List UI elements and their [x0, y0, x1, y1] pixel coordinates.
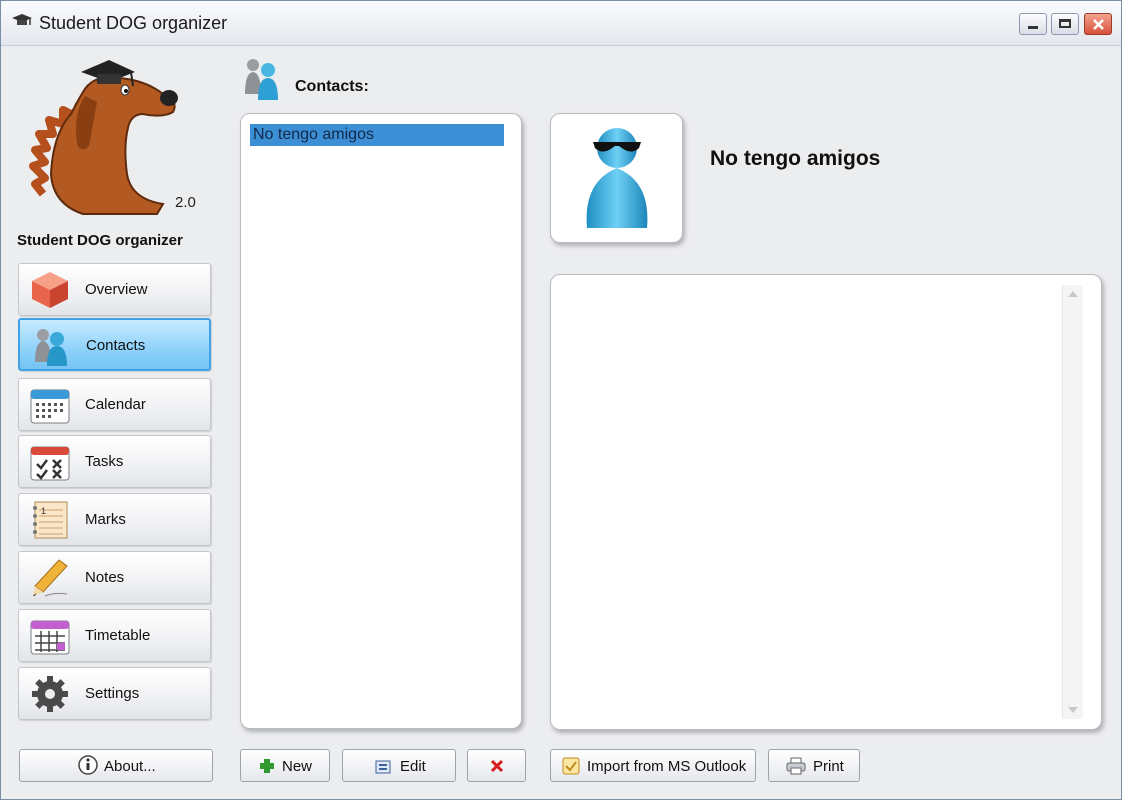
sidebar-item-label: Marks	[85, 511, 126, 528]
import-outlook-button[interactable]: Import from MS Outlook	[550, 749, 756, 782]
sidebar-item-label: Calendar	[85, 396, 146, 413]
title-bar[interactable]: Student DOG organizer	[1, 1, 1121, 46]
sidebar-item-timetable[interactable]: Timetable	[18, 609, 211, 662]
delete-contact-button[interactable]	[467, 749, 526, 782]
minimize-button[interactable]	[1019, 13, 1047, 35]
person-avatar-icon	[586, 128, 648, 228]
contacts-icon	[245, 59, 278, 100]
sidebar-item-contacts[interactable]: Contacts	[18, 318, 211, 371]
print-button[interactable]: Print	[768, 749, 860, 782]
maximize-button[interactable]	[1051, 13, 1079, 35]
sidebar-item-overview[interactable]: Overview	[18, 263, 211, 316]
client-area: 2.0 Student DOG organizer Overview Conta…	[1, 46, 1121, 799]
contacts-icon	[35, 329, 67, 366]
delete-icon	[490, 759, 504, 773]
import-label: Import from MS Outlook	[587, 758, 747, 775]
new-contact-button[interactable]: New	[240, 749, 330, 782]
scroll-down-icon[interactable]	[1068, 707, 1078, 713]
contact-details-panel[interactable]	[550, 274, 1102, 730]
gear-icon	[32, 676, 68, 712]
sidebar-item-settings[interactable]: Settings	[18, 667, 211, 720]
list-item[interactable]: No tengo amigos	[250, 124, 504, 146]
sidebar-item-label: Settings	[85, 685, 140, 702]
contact-list[interactable]: No tengo amigos	[240, 113, 522, 729]
sidebar-item-marks[interactable]: 1 Marks	[18, 493, 211, 546]
contact-name: No tengo amigos	[710, 147, 881, 170]
sidebar-item-calendar[interactable]: Calendar	[18, 378, 211, 431]
sidebar-item-label: Notes	[85, 569, 125, 586]
svg-text:1: 1	[41, 506, 46, 516]
close-button[interactable]	[1084, 13, 1112, 35]
marks-notebook-icon: 1	[33, 501, 68, 539]
info-icon	[78, 755, 98, 775]
contacts-header: Contacts:	[295, 78, 369, 95]
app-window: Student DOG organizer 2.0 Student DOG or…	[0, 0, 1122, 800]
edit-label: Edit	[400, 758, 426, 775]
sidebar-item-label: Overview	[85, 281, 148, 298]
edit-contact-button[interactable]: Edit	[342, 749, 456, 782]
graduation-cap-icon	[12, 14, 32, 25]
sidebar-item-notes[interactable]: Notes	[18, 551, 211, 604]
pencil-icon	[33, 559, 68, 597]
edit-icon	[375, 760, 391, 774]
outlook-import-icon	[562, 757, 580, 775]
sidebar-item-label: Contacts	[86, 337, 146, 354]
sidebar-item-tasks[interactable]: Tasks	[18, 435, 211, 488]
window-title: Student DOG organizer	[39, 13, 228, 33]
version-label: 2.0	[175, 194, 196, 211]
new-label: New	[282, 758, 313, 775]
timetable-icon	[30, 620, 70, 655]
about-button[interactable]: About...	[19, 749, 213, 782]
cube-icon	[32, 272, 68, 308]
close-icon	[1093, 19, 1104, 30]
sidebar-item-label: Tasks	[85, 453, 124, 470]
app-name: Student DOG organizer	[17, 232, 183, 249]
contact-avatar	[550, 113, 683, 243]
scroll-up-icon[interactable]	[1068, 291, 1078, 297]
about-label: About...	[104, 758, 156, 775]
vertical-scrollbar[interactable]	[1062, 285, 1083, 719]
plus-icon	[260, 759, 274, 773]
sidebar-item-label: Timetable	[85, 627, 151, 644]
calendar-icon	[30, 389, 70, 424]
print-label: Print	[813, 758, 844, 775]
printer-icon	[786, 757, 806, 775]
tasks-icon	[30, 446, 70, 481]
